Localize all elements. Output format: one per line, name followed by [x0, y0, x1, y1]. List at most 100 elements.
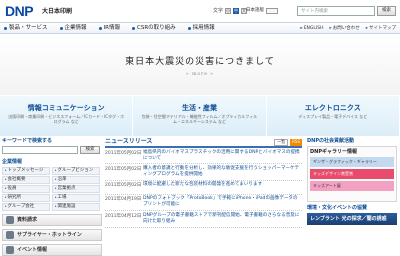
- company-info-links: トップメッセージ グループビジョン 会社概要 沿革 役員 営業拠点 研究所 工場…: [2, 167, 102, 211]
- news-date: 2011年05月02日: [105, 183, 142, 189]
- button-label: サプライヤー・ホットライン: [17, 232, 82, 238]
- bullet-icon: [59, 26, 63, 30]
- font-size-small-button[interactable]: 小: [225, 8, 232, 14]
- keyword-search-title: キーワードで検索する: [2, 138, 53, 144]
- category-title: 情報コミュニケーション: [27, 104, 105, 112]
- company-link[interactable]: 役員: [2, 185, 50, 193]
- nav-item-csr[interactable]: CSRの取り組み: [131, 24, 176, 32]
- gallery-banner[interactable]: キッズアート展: [310, 181, 394, 191]
- hero-banner[interactable]: 東日本大震災の災害につきまして » more »: [0, 35, 400, 95]
- link-contact[interactable]: お問い合わせ: [329, 26, 360, 31]
- category-lifestyle[interactable]: 生活・産業 包装・住空間マテリアル・機能性フィルム／オプティカルフィルム・エネル…: [133, 96, 267, 136]
- nav-item-ir[interactable]: IR情報: [98, 24, 120, 32]
- news-link[interactable]: DNPグループの電子書籍ストアで新刊配信開始、電子書籍のさらなる普及に向けた取り…: [143, 213, 302, 225]
- font-size-medium-button[interactable]: 中: [233, 8, 240, 14]
- nav-item-products[interactable]: 製品・サービス: [4, 25, 48, 32]
- supplier-hotline-button[interactable]: サプライヤー・ホットライン: [2, 229, 102, 241]
- calendar-icon: [6, 246, 14, 254]
- keyword-search: 検索: [2, 146, 102, 154]
- business-categories: 情報コミュニケーション 出版印刷・商業印刷・ビジネスフォーム／ICカード・ICタ…: [0, 96, 400, 136]
- category-information[interactable]: 情報コミュニケーション 出版印刷・商業印刷・ビジネスフォーム／ICカード・ICタ…: [0, 96, 134, 136]
- nav-label: IR情報: [103, 24, 120, 31]
- gallery-banner[interactable]: キッズデザイン賞受賞: [310, 169, 394, 179]
- request-materials-button[interactable]: 資料請求: [2, 214, 102, 226]
- news-item[interactable]: 2011年04月12日 DNPグループの電子書籍ストアで新刊配信開始、電子書籍の…: [105, 211, 302, 228]
- bullet-icon: [187, 26, 191, 30]
- news-link[interactable]: 福島県内のバイオマスプラスチックの活用に関するDNPとバイオマスの提携について: [143, 150, 302, 162]
- category-subtitle: 出版印刷・商業印刷・ビジネスフォーム／ICカード・ICタグ・ホログラム など: [8, 114, 125, 125]
- company-link[interactable]: トップメッセージ: [2, 167, 50, 175]
- font-size-label: 文字: [213, 8, 224, 14]
- company-link[interactable]: 工場: [52, 194, 100, 202]
- news-date: 2011年05月02日: [105, 166, 142, 172]
- news-date: 2011年05月02日: [105, 150, 142, 156]
- social-contribution-title: DNPの社会貢献活動: [307, 138, 355, 144]
- news-link[interactable]: DNPのフォトブック「ProtoBook」で手軽にiPhone・iPadの画像デ…: [143, 196, 302, 208]
- nav-label: 製品・サービス: [9, 24, 48, 31]
- company-link[interactable]: 研究所: [2, 194, 50, 202]
- news-list-button[interactable]: 一覧: [274, 138, 289, 146]
- bullet-icon: [131, 26, 135, 30]
- news-item[interactable]: 2011年05月02日 福島県内のバイオマスプラスチックの活用に関するDNPとバ…: [105, 148, 302, 165]
- nav-label: 企業情報: [64, 24, 87, 31]
- dnp-logo[interactable]: DNP: [5, 3, 34, 20]
- category-subtitle: 包装・住空間マテリアル・機能性フィルム／オプティカルフィルム・エネルギーシステム…: [141, 114, 258, 125]
- company-link[interactable]: グループビジョン: [52, 167, 100, 175]
- news-item[interactable]: 2011年04月19日 DNPのフォトブック「ProtoBook」で手軽にiPh…: [105, 195, 302, 212]
- bullet-icon: [98, 26, 102, 30]
- hero-title[interactable]: 東日本大震災の災害につきまして: [0, 57, 400, 68]
- company-name: 大日本印刷: [42, 8, 73, 15]
- rss-icon[interactable]: RSS: [290, 138, 302, 146]
- gallery-panel: DNPギャラリー情報 ギンザ・グラフィック・ギャラリー キッズデザイン賞受賞 キ…: [307, 146, 397, 202]
- language-label: 日本語版: [246, 8, 264, 14]
- nav-item-recruit[interactable]: 採用情報: [187, 24, 215, 32]
- keyword-search-input[interactable]: [2, 146, 78, 154]
- font-size-switcher: 文字 小 中 大: [213, 8, 248, 14]
- site-search-input[interactable]: サイト内検索: [297, 6, 375, 16]
- header: DNP 大日本印刷 文字 小 中 大 日本語版 サイト内検索 検索: [0, 0, 400, 22]
- global-nav: 製品・サービス 企業情報 IR情報 CSRの取り組み 採用情報 ENGLISH …: [0, 22, 400, 34]
- site-search-button[interactable]: 検索: [377, 6, 396, 16]
- utility-links: ENGLISH お問い合わせ サイトマップ: [300, 26, 396, 31]
- category-subtitle: ディスプレイ製品・電子デバイス など: [298, 114, 368, 120]
- company-link[interactable]: 営業拠点: [52, 185, 100, 193]
- company-link[interactable]: グループ会社: [2, 203, 50, 211]
- hero-more-link[interactable]: » more »: [0, 72, 400, 77]
- nav-label: CSRの取り組み: [136, 24, 176, 31]
- left-sidebar: キーワードで検索する 検索 企業情報 トップメッセージ グループビジョン 会社概…: [2, 138, 102, 256]
- news-title: ニュースリリース: [105, 138, 153, 146]
- sponsorship-title: 環境・文化イベントの協賛: [307, 205, 368, 211]
- phone-icon: [6, 231, 14, 239]
- button-label: イベント情報: [17, 247, 48, 253]
- news-date: 2011年04月12日: [105, 213, 142, 219]
- news-item[interactable]: 2011年05月02日 環境に配慮した新たな包装材料の開発を進めてまいります: [105, 181, 302, 195]
- keyword-search-button[interactable]: 検索: [80, 146, 100, 154]
- language-dropdown[interactable]: [266, 8, 278, 14]
- link-english[interactable]: ENGLISH: [300, 26, 324, 31]
- gallery-banner[interactable]: ギンザ・グラフィック・ギャラリー: [310, 157, 394, 167]
- news-link[interactable]: 環境に配慮した新たな包装材料の開発を進めてまいります: [143, 182, 302, 192]
- company-link[interactable]: 関連施設: [52, 203, 100, 211]
- company-link[interactable]: 沿革: [52, 176, 100, 184]
- bullet-icon: [4, 26, 7, 30]
- company-info-title: 企業情報: [2, 159, 23, 165]
- company-link[interactable]: 会社概要: [2, 176, 50, 184]
- news-item[interactable]: 2011年05月02日 購入者の意識と行動を分析し、効果的な販促支援を行うショッ…: [105, 164, 302, 181]
- button-label: 資料請求: [17, 217, 38, 223]
- news-date: 2011年04月19日: [105, 197, 142, 203]
- nav-item-company[interactable]: 企業情報: [59, 24, 87, 32]
- category-title: 生活・産業: [181, 104, 217, 112]
- news-header: ニュースリリース 一覧 RSS: [105, 138, 302, 148]
- category-title: エレクトロニクス: [304, 104, 361, 112]
- language-selector[interactable]: 日本語版: [246, 7, 278, 15]
- gallery-title: DNPギャラリー情報: [310, 149, 358, 155]
- event-info-button[interactable]: イベント情報: [2, 244, 102, 256]
- news-link[interactable]: 購入者の意識と行動を分析し、効果的な販促支援を行うショッパーマーケティングプログ…: [143, 166, 302, 178]
- right-sidebar: DNPの社会貢献活動 DNPギャラリー情報 ギンザ・グラフィック・ギャラリー キ…: [307, 138, 397, 225]
- link-sitemap[interactable]: サイトマップ: [366, 26, 396, 31]
- news-releases: ニュースリリース 一覧 RSS 2011年05月02日 福島県内のバイオマスプラ…: [105, 138, 302, 228]
- document-icon: [6, 216, 14, 224]
- rembrandt-banner[interactable]: レンブラント 光の探求／闇の誘惑: [307, 213, 397, 225]
- nav-label: 採用情報: [192, 24, 215, 31]
- category-electronics[interactable]: エレクトロニクス ディスプレイ製品・電子デバイス など: [266, 96, 400, 136]
